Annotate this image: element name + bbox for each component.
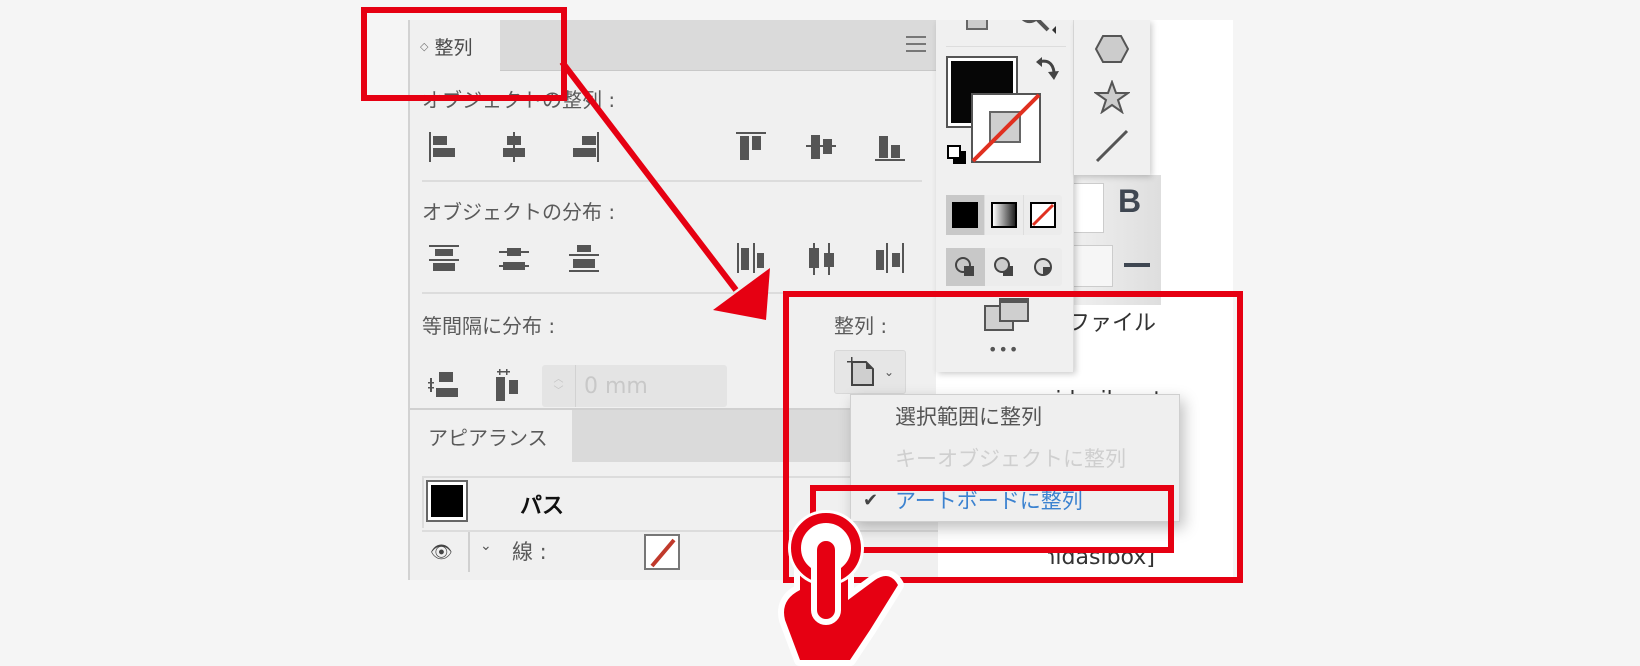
tab-align-label: 整列 <box>434 36 473 59</box>
panel-menu-icon[interactable] <box>906 36 926 52</box>
chevron-down-icon[interactable]: ﹀ <box>554 386 564 398</box>
code-line-3: midasibox] <box>1048 545 1155 570</box>
menu-item-label: アートボードに整列 <box>895 489 1083 513</box>
chevron-up-icon[interactable]: ︿ <box>554 374 564 386</box>
horizontal-distribute-right-icon[interactable] <box>872 240 908 276</box>
color-mode-group <box>946 195 1062 235</box>
vertical-align-bottom-icon[interactable] <box>872 128 908 164</box>
divider <box>422 292 922 294</box>
shape-tools-flyout <box>1074 20 1150 175</box>
stage: B ファイル midasibox title="対 midasibox] ◇ 整… <box>0 0 1640 666</box>
vertical-distribute-top-icon[interactable] <box>426 240 462 276</box>
star-tool-icon[interactable] <box>1094 80 1130 114</box>
minus-icon[interactable] <box>1124 263 1150 267</box>
tab-appearance[interactable]: アピアランス <box>410 410 572 462</box>
line-tool-icon[interactable] <box>1094 128 1130 164</box>
collapse-toggle-icon[interactable]: ◇ <box>420 41 428 52</box>
tab-align[interactable]: ◇ 整列 <box>410 20 500 72</box>
spacing-value: 0 mm <box>584 373 648 399</box>
color-mode-solid[interactable] <box>946 195 984 235</box>
menu-item-label: キーオブジェクトに整列 <box>895 447 1126 471</box>
menu-item-label: 選択範囲に整列 <box>895 405 1042 429</box>
horizontal-distribute-space-icon[interactable] <box>490 368 526 404</box>
object-type-label: パス <box>520 494 565 519</box>
illustrator-screenshot: B ファイル midasibox title="対 midasibox] ◇ 整… <box>408 20 1233 580</box>
draw-behind-icon[interactable] <box>985 248 1024 286</box>
swap-colors-icon[interactable] <box>1034 56 1060 82</box>
horizontal-distribute-left-icon[interactable] <box>733 240 769 276</box>
divider <box>422 180 922 182</box>
stroke-label: 線 : <box>512 540 547 564</box>
menu-item-align-to-artboard[interactable]: ✔ アートボードに整列 <box>851 479 1179 521</box>
vertical-distribute-bottom-icon[interactable] <box>566 240 602 276</box>
vertical-align-top-icon[interactable] <box>733 128 769 164</box>
align-objects-title: オブジェクトの整列 : <box>422 88 616 112</box>
rectangle-tool-icon[interactable] <box>966 20 988 30</box>
checkmark-icon: ✔ <box>863 489 879 511</box>
draw-inside-icon[interactable] <box>1023 248 1062 286</box>
horizontal-align-center-icon[interactable] <box>496 128 532 164</box>
fill-swatch <box>426 480 468 522</box>
artboard-icon <box>846 357 874 386</box>
distribute-objects-title: オブジェクトの分布 : <box>422 200 616 224</box>
vertical-distribute-space-icon[interactable] <box>426 368 462 404</box>
chevron-down-icon: ⌄ <box>883 365 895 379</box>
distribute-spacing-title: 等間隔に分布 : <box>422 314 556 338</box>
vertical-align-center-icon[interactable] <box>803 128 839 164</box>
menu-item-align-to-key-object: キーオブジェクトに整列 <box>851 437 1179 479</box>
visibility-eye-icon[interactable]: 👁 <box>430 542 453 563</box>
hexagon-tool-icon[interactable] <box>1094 34 1130 64</box>
stroke-none-swatch[interactable] <box>644 534 680 570</box>
stroke-color-swatch[interactable] <box>970 92 1042 164</box>
zoom-tool-icon[interactable] <box>1018 20 1058 38</box>
vertical-distribute-center-icon[interactable] <box>496 240 532 276</box>
bold-button[interactable]: B <box>1118 183 1141 220</box>
draw-mode-group <box>946 248 1062 286</box>
align-to-label: 整列 : <box>834 314 888 338</box>
code-line-1: ファイル <box>1068 311 1157 336</box>
menu-item-align-to-selection[interactable]: 選択範囲に整列 <box>851 395 1179 437</box>
divider <box>468 532 470 572</box>
more-tools-button[interactable]: ••• <box>988 340 1019 359</box>
draw-normal-icon[interactable] <box>946 248 985 286</box>
horizontal-align-right-icon[interactable] <box>566 128 602 164</box>
color-mode-gradient[interactable] <box>984 195 1023 235</box>
horizontal-align-left-icon[interactable] <box>426 128 462 164</box>
align-to-menu: 選択範囲に整列 キーオブジェクトに整列 ✔ アートボードに整列 <box>850 394 1180 522</box>
horizontal-distribute-center-icon[interactable] <box>803 240 839 276</box>
tools-panel: ••• <box>936 20 1074 372</box>
divider <box>946 46 1066 47</box>
spacing-stepper[interactable]: ︿ ﹀ <box>542 365 576 407</box>
appearance-stroke-row[interactable]: 👁 ⌄ 線 : <box>422 530 938 580</box>
color-mode-none[interactable] <box>1023 195 1062 235</box>
screen-mode-icon[interactable] <box>984 298 1030 332</box>
spacing-input[interactable]: ︿ ﹀ 0 mm <box>542 365 727 407</box>
chevron-down-icon[interactable]: ⌄ <box>480 538 492 554</box>
align-to-dropdown-button[interactable]: ⌄ <box>834 350 906 394</box>
align-panel-tabbar: ◇ 整列 <box>410 20 938 72</box>
default-colors-icon[interactable] <box>946 144 968 166</box>
